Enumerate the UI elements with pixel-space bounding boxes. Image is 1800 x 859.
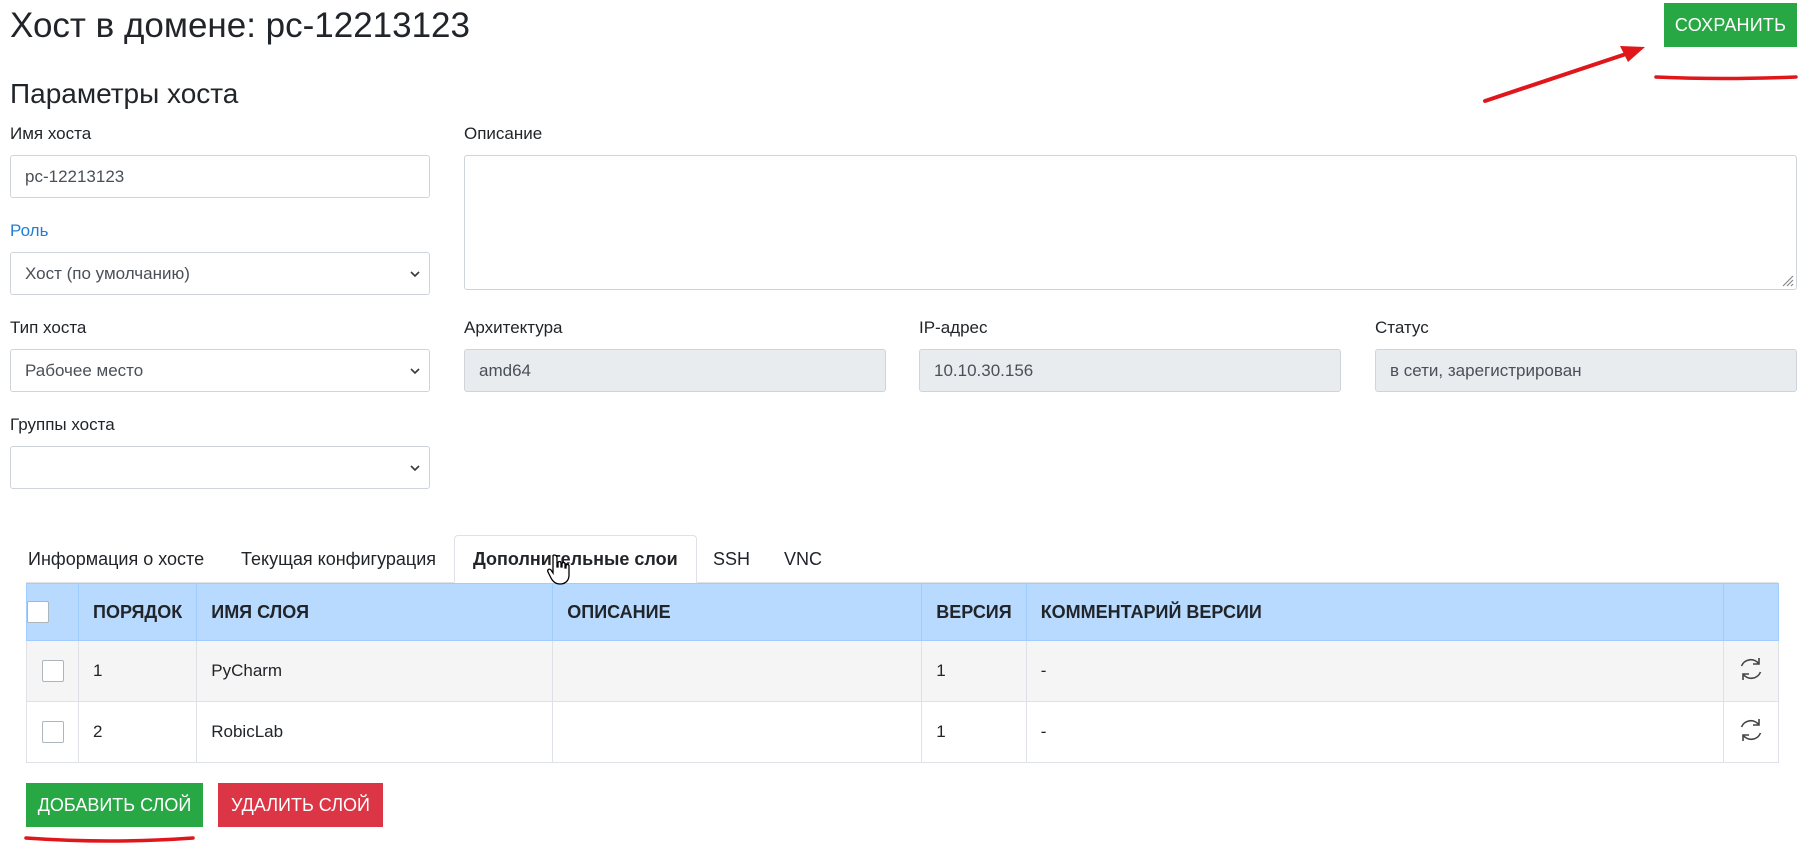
host-type-label: Тип хоста [10,318,87,337]
col-actions [1723,583,1779,641]
row-select-cell [26,701,79,763]
status-label: Статус [1375,318,1429,337]
groups-label: Группы хоста [10,415,115,434]
tab-host-info[interactable]: Информация о хосте [10,535,222,583]
ip-label: IP-адрес [919,318,988,337]
col-order[interactable]: ПОРЯДОК [77,583,198,641]
cell-layer-name: PyCharm [196,640,554,702]
col-version-comment[interactable]: КОММЕНТАРИЙ ВЕРСИИ [1025,583,1725,641]
tab-bar: Информация о хосте Текущая конфигурация … [10,535,1780,583]
row-checkbox[interactable] [41,660,64,682]
table-header-row: ПОРЯДОК ИМЯ СЛОЯ ОПИСАНИЕ ВЕРСИЯ КОММЕНТ… [26,583,1779,641]
arch-field: amd64 [464,349,886,392]
role-value: Хост (по умолчанию) [25,263,190,283]
cell-order: 2 [77,701,198,763]
col-version[interactable]: ВЕРСИЯ [921,583,1027,641]
table-row[interactable]: 2 RobicLab 1 - [26,701,1779,763]
tab-ssh[interactable]: SSH [695,535,768,583]
cell-version-comment: - [1025,640,1725,702]
refresh-icon[interactable] [1737,655,1765,683]
status-value: в сети, зарегистрирован [1390,360,1582,380]
layers-table: ПОРЯДОК ИМЯ СЛОЯ ОПИСАНИЕ ВЕРСИЯ КОММЕНТ… [26,583,1779,763]
cell-description [552,701,923,763]
host-type-value: Рабочее место [25,360,144,380]
cell-order: 1 [77,640,198,702]
annotation-underline-save [1654,75,1798,81]
role-select[interactable]: Хост (по умолчанию) [10,252,430,295]
chevron-down-icon [410,270,420,277]
col-description[interactable]: ОПИСАНИЕ [552,583,923,641]
delete-layer-button[interactable]: УДАЛИТЬ СЛОЙ [218,783,383,827]
row-refresh-cell [1723,701,1779,763]
groups-select[interactable] [10,446,430,489]
ip-value: 10.10.30.156 [934,360,1034,380]
col-layer-name[interactable]: ИМЯ СЛОЯ [196,583,554,641]
table-row[interactable]: 1 PyCharm 1 - [26,640,1779,702]
tab-additional-layers[interactable]: Дополнительные слои [454,535,697,583]
chevron-down-icon [410,367,420,374]
role-label[interactable]: Роль [10,221,48,241]
host-type-select[interactable]: Рабочее место [10,349,430,392]
cell-layer-name: RobicLab [196,701,554,763]
annotation-arrow [1483,46,1645,103]
cell-version: 1 [921,701,1027,763]
arch-label: Архитектура [464,318,563,337]
description-label: Описание [464,124,543,143]
refresh-icon[interactable] [1737,716,1765,744]
annotation-underline-add [24,836,195,843]
cell-version: 1 [921,640,1027,702]
add-layer-button[interactable]: ДОБАВИТЬ СЛОЙ [26,783,203,827]
save-button[interactable]: СОХРАНИТЬ [1664,3,1797,47]
select-all-checkbox[interactable] [27,601,49,624]
tab-current-config[interactable]: Текущая конфигурация [223,535,454,583]
page-title: Хост в домене: pc-12213123 [10,6,470,45]
select-all-cell [26,583,79,641]
chevron-down-icon [410,464,420,471]
section-title: Параметры хоста [10,78,239,109]
row-select-cell [26,640,79,702]
arch-value: amd64 [479,360,531,380]
host-name-value: pc-12213123 [25,166,125,186]
description-textarea[interactable] [464,155,1797,290]
resize-grip-icon[interactable] [1780,273,1794,287]
status-field: в сети, зарегистрирован [1375,349,1797,392]
cell-description [552,640,923,702]
ip-field: 10.10.30.156 [919,349,1341,392]
host-name-input[interactable]: pc-12213123 [10,155,430,198]
tab-vnc[interactable]: VNC [766,535,840,583]
cell-version-comment: - [1025,701,1725,763]
host-name-label: Имя хоста [10,124,92,143]
row-checkbox[interactable] [41,721,64,743]
row-refresh-cell [1723,640,1779,702]
